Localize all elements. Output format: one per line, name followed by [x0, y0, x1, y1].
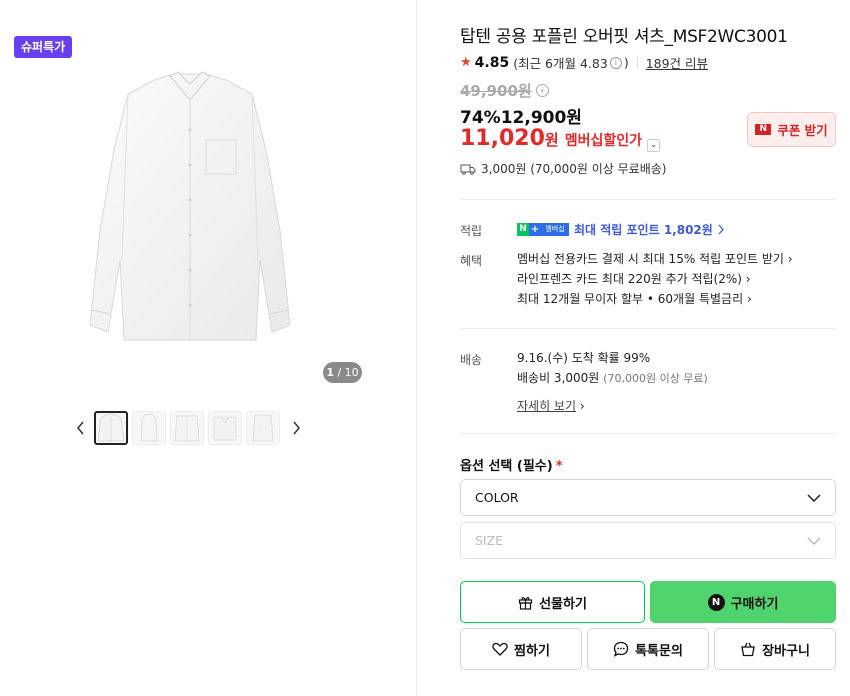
npay-membership-badge: N + 멤버십	[517, 223, 569, 236]
shipping-info: 3,000원 (70,000원 이상 무료배송)	[460, 160, 666, 177]
star-icon: ★	[460, 55, 472, 70]
chevron-right-icon	[718, 224, 724, 235]
chevron-down-icon	[807, 493, 821, 502]
cart-button[interactable]: 장바구니	[714, 628, 836, 670]
gift-button[interactable]: 선물하기	[460, 581, 645, 623]
thumbnail-3[interactable]	[170, 411, 204, 445]
sale-price: 12,900원	[500, 108, 582, 128]
talktalk-button[interactable]: 톡톡문의	[587, 628, 709, 670]
color-select[interactable]: COLOR	[460, 479, 836, 516]
divider	[636, 57, 638, 68]
points-label: 적립	[460, 224, 483, 238]
divider	[460, 433, 836, 434]
super-deal-badge: 슈퍼특가	[14, 36, 73, 58]
divider	[460, 328, 836, 329]
wishlist-button[interactable]: 찜하기	[460, 628, 582, 670]
chat-bubble-icon	[613, 641, 629, 657]
arrival-estimate: 9.16.(수) 도착 확률 99%	[517, 351, 651, 365]
chevron-right-icon	[292, 421, 300, 435]
gift-icon	[518, 595, 533, 610]
discount-rate: 74%	[460, 108, 501, 128]
chevron-right-icon: ›	[787, 252, 793, 266]
naver-pay-icon: N	[707, 593, 725, 611]
benefits-label: 혜택	[460, 254, 483, 268]
chevron-right-icon: ›	[746, 292, 752, 306]
heart-icon	[492, 642, 508, 656]
delivery-label: 배송	[460, 353, 483, 367]
next-image-button[interactable]	[286, 410, 306, 446]
benefit-item[interactable]: 라인프렌즈 카드 최대 220원 추가 적립(2%) ›	[517, 269, 793, 289]
original-price: 49,900원 i	[460, 80, 549, 101]
thumbnail-2[interactable]	[132, 411, 166, 445]
option-section-label: 옵션 선택 (필수) *	[460, 459, 563, 474]
price-info-icon[interactable]: i	[535, 84, 549, 97]
chevron-right-icon: ›	[579, 399, 585, 413]
thumbnail-5[interactable]	[246, 411, 280, 445]
prev-image-button[interactable]	[70, 410, 90, 446]
image-counter: 1 / 10	[323, 362, 362, 383]
thumbnail-1[interactable]	[94, 411, 128, 445]
thumbnail-strip	[70, 410, 306, 446]
gallery-panel: 슈퍼특가 1 / 10	[0, 0, 417, 696]
delivery-info: 9.16.(수) 도착 확률 99% 배송비 3,000원 (70,000원 이…	[517, 348, 708, 416]
member-price-label: 멤버십할인가	[564, 133, 642, 149]
review-count-link[interactable]: 189건 리뷰	[646, 53, 708, 72]
chevron-down-icon[interactable]: ⌄	[647, 139, 660, 152]
divider	[460, 199, 836, 200]
rating-score: 4.85	[474, 54, 510, 71]
product-title: 탑텐 공용 포플린 오버핏 셔츠_MSF2WC3001	[460, 27, 788, 47]
coupon-button[interactable]: N 쿠폰 받기	[747, 112, 836, 147]
delivery-detail-link[interactable]: 자세히 보기 ›	[517, 396, 708, 416]
buy-button[interactable]: N 구매하기	[650, 581, 836, 623]
thumbnail-4[interactable]	[208, 411, 242, 445]
chevron-right-icon: ›	[745, 272, 751, 286]
points-link[interactable]: N + 멤버십 최대 적립 포인트 1,802원	[517, 221, 725, 238]
truck-icon	[460, 164, 476, 175]
benefits-list: 멤버십 전용카드 결제 시 최대 15% 적립 포인트 받기 › 라인프렌즈 카…	[517, 249, 793, 309]
chevron-down-icon	[807, 536, 821, 545]
sale-price-row: 74%12,900원	[460, 103, 582, 128]
chevron-left-icon	[76, 421, 84, 435]
size-select[interactable]: SIZE	[460, 522, 836, 559]
member-price: 11,020	[460, 126, 545, 151]
shopping-bag-icon	[740, 641, 756, 657]
coupon-icon: N	[755, 124, 772, 135]
member-price-row: 11,020 원 멤버십할인가 ⌄	[460, 126, 660, 152]
benefit-item[interactable]: 멤버십 전용카드 결제 시 최대 15% 적립 포인트 받기 ›	[517, 249, 793, 269]
rating-row: ★ 4.85 (최근 6개월 4.83 i ) 189건 리뷰	[460, 53, 709, 72]
delivery-fee: 배송비 3,000원 (70,000원 이상 무료)	[517, 371, 708, 385]
benefit-item[interactable]: 최대 12개월 무이자 할부 • 60개월 특별금리 ›	[517, 289, 793, 309]
info-icon[interactable]: i	[609, 56, 622, 69]
rating-recent: (최근 6개월 4.83	[513, 56, 608, 71]
main-product-image[interactable]	[84, 70, 296, 352]
